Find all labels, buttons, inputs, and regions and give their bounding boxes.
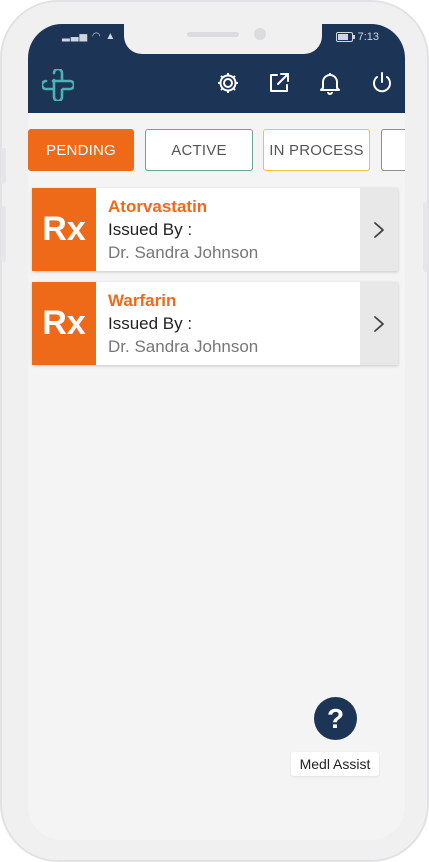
device-side-button-right [423, 202, 428, 272]
card-arrow-button[interactable] [360, 188, 398, 271]
phone-screen: ▂▃▅ ◠ ▲ 7:13 PENDING ACTIVE IN PROCESS R… [28, 24, 405, 840]
front-camera [254, 28, 266, 40]
help-question-icon: ? [326, 702, 345, 734]
assist-label[interactable]: Medl Assist [291, 752, 379, 776]
power-icon[interactable] [369, 70, 395, 96]
speaker-grille [187, 32, 239, 37]
app-logo-icon[interactable] [42, 69, 74, 101]
tab-pending[interactable]: PENDING [28, 129, 134, 171]
prescription-card[interactable]: Rx Warfarin Issued By : Dr. Sandra Johns… [32, 282, 398, 365]
settings-icon[interactable] [215, 70, 241, 96]
app-header: ▂▃▅ ◠ ▲ 7:13 [28, 24, 405, 113]
drug-name: Warfarin [108, 291, 177, 310]
doctor-name: Dr. Sandra Johnson [108, 337, 259, 356]
issued-by-label: Issued By : [108, 220, 193, 239]
device-frame: ▂▃▅ ◠ ▲ 7:13 PENDING ACTIVE IN PROCESS R… [0, 0, 429, 862]
battery-icon [335, 32, 355, 42]
doctor-name: Dr. Sandra Johnson [108, 243, 259, 262]
sync-icon: ▲ [105, 31, 117, 42]
rx-badge: Rx [32, 188, 96, 271]
status-tabs: PENDING ACTIVE IN PROCESS [28, 129, 405, 173]
device-notch [124, 24, 322, 54]
signal-icon: ▂▃▅ [62, 31, 89, 42]
rx-badge: Rx [32, 282, 96, 365]
wifi-icon: ◠ [91, 31, 102, 42]
status-bar-right: 7:13 [335, 31, 379, 43]
card-arrow-button[interactable] [360, 282, 398, 365]
issued-by-label: Issued By : [108, 314, 193, 333]
tab-in-process[interactable]: IN PROCESS [263, 129, 370, 171]
share-external-icon[interactable] [266, 70, 292, 96]
chevron-right-icon [374, 315, 384, 332]
assist-help-button[interactable]: ? [314, 697, 357, 740]
status-time: 7:13 [357, 31, 379, 43]
drug-name: Atorvastatin [108, 197, 208, 216]
prescription-details: Atorvastatin Issued By : Dr. Sandra John… [108, 196, 348, 264]
tab-overflow[interactable] [381, 129, 405, 171]
device-side-button-left-lower [1, 206, 6, 262]
tab-active[interactable]: ACTIVE [145, 129, 253, 171]
device-side-button-left [1, 148, 6, 184]
prescription-card[interactable]: Rx Atorvastatin Issued By : Dr. Sandra J… [32, 188, 398, 271]
status-bar-signal: ▂▃▅ ◠ ▲ [62, 31, 116, 42]
notification-bell-icon[interactable] [317, 70, 343, 96]
prescription-details: Warfarin Issued By : Dr. Sandra Johnson [108, 290, 348, 358]
chevron-right-icon [374, 221, 384, 238]
